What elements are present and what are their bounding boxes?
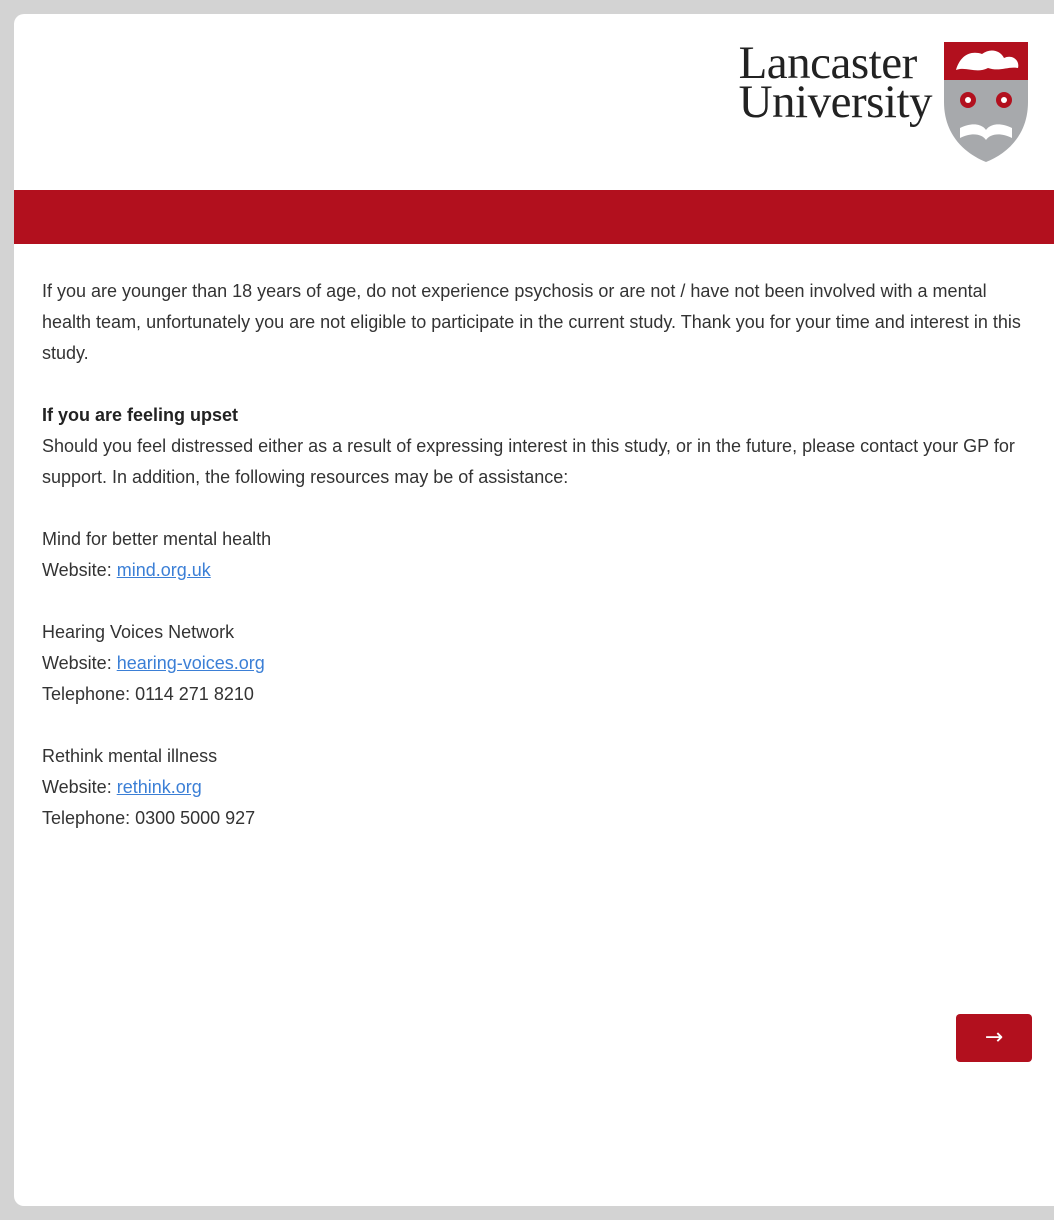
resource-hearing-voices: Hearing Voices Network Website: hearing-… <box>42 617 1026 710</box>
website-label: Website: <box>42 560 117 580</box>
hearing-voices-website-link[interactable]: hearing-voices.org <box>117 653 265 673</box>
university-logo: Lancaster University <box>739 40 1030 169</box>
resource-website: Website: mind.org.uk <box>42 555 1026 586</box>
resource-name: Rethink mental illness <box>42 746 218 766</box>
resource-website: Website: hearing-voices.org <box>42 648 1026 679</box>
website-label: Website: <box>42 653 117 673</box>
next-button[interactable]: → <box>956 1014 1032 1062</box>
survey-card: Lancaster University If you are younger … <box>14 14 1054 1206</box>
logo-line-2: University <box>738 76 933 128</box>
website-label: Website: <box>42 777 117 797</box>
header: Lancaster University <box>14 14 1054 190</box>
mind-website-link[interactable]: mind.org.uk <box>117 560 211 580</box>
red-banner <box>14 190 1054 244</box>
resource-telephone: Telephone: 0300 5000 927 <box>42 808 256 828</box>
ineligibility-message: If you are younger than 18 years of age,… <box>42 281 1021 363</box>
message-content: If you are younger than 18 years of age,… <box>14 244 1054 834</box>
resource-name: Hearing Voices Network <box>42 622 235 642</box>
logo-wordmark: Lancaster University <box>738 40 933 128</box>
resource-website: Website: rethink.org <box>42 772 1026 803</box>
resource-rethink: Rethink mental illness Website: rethink.… <box>42 741 1026 834</box>
resource-telephone: Telephone: 0114 271 8210 <box>42 684 254 704</box>
rethink-website-link[interactable]: rethink.org <box>117 777 202 797</box>
resource-mind: Mind for better mental health Website: m… <box>42 524 1026 586</box>
support-heading: If you are feeling upset <box>42 405 239 425</box>
university-crest-icon <box>942 40 1030 169</box>
arrow-right-icon: → <box>984 1025 1004 1050</box>
resource-name: Mind for better mental health <box>42 529 272 549</box>
support-text: Should you feel distressed either as a r… <box>42 436 1015 487</box>
